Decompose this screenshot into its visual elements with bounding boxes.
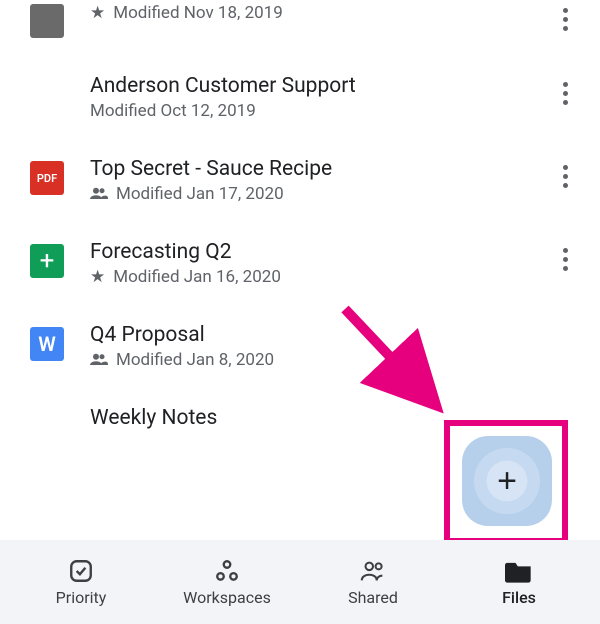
shared-nav-icon: [359, 558, 387, 584]
nav-priority[interactable]: Priority: [8, 558, 154, 607]
nav-label: Shared: [348, 588, 398, 607]
nav-label: Files: [502, 588, 536, 607]
file-row[interactable]: Weekly Notes: [0, 388, 600, 433]
sheets-icon: +: [30, 244, 64, 278]
docs-icon: [30, 4, 64, 38]
file-meta-text: Modified Jan 17, 2020: [116, 184, 284, 204]
plus-icon: +: [497, 462, 517, 501]
star-icon: ★: [90, 3, 105, 23]
file-title: Anderson Customer Support: [90, 74, 550, 98]
slides-icon: [30, 78, 64, 112]
file-title: Q4 Proposal: [90, 323, 550, 347]
file-row[interactable]: ★ Modified Nov 18, 2019: [0, 0, 600, 56]
file-meta-text: Modified Nov 18, 2019: [113, 3, 283, 23]
more-button[interactable]: [563, 248, 568, 271]
file-meta: ★ Modified Nov 18, 2019: [90, 3, 550, 23]
nav-files[interactable]: Files: [446, 558, 592, 607]
file-meta: Modified Oct 12, 2019: [90, 101, 550, 121]
folder-icon: [505, 558, 533, 584]
bottom-nav: Priority Workspaces Shared Files: [0, 540, 600, 624]
file-meta: Modified Jan 17, 2020: [90, 184, 550, 204]
file-meta-text: Modified Oct 12, 2019: [90, 101, 256, 121]
file-meta: Modified Jan 8, 2020: [90, 350, 550, 370]
nav-label: Workspaces: [183, 588, 271, 607]
file-row[interactable]: PDF Top Secret - Sauce Recipe Modified J…: [0, 139, 600, 222]
file-title: Weekly Notes: [90, 406, 580, 430]
file-list: ★ Modified Nov 18, 2019 Anderson Custome…: [0, 0, 600, 433]
nav-shared[interactable]: Shared: [300, 558, 446, 607]
file-title: Top Secret - Sauce Recipe: [90, 157, 550, 181]
file-row[interactable]: Anderson Customer Support Modified Oct 1…: [0, 56, 600, 139]
file-row[interactable]: W Q4 Proposal Modified Jan 8, 2020: [0, 305, 600, 388]
shared-icon: [90, 351, 108, 369]
shared-icon: [90, 185, 108, 203]
drive-files-screen: { "files": [ { "type":"docs", "title":""…: [0, 0, 600, 624]
file-meta-text: Modified Jan 8, 2020: [116, 350, 274, 370]
word-icon: W: [30, 327, 64, 361]
more-button[interactable]: [563, 82, 568, 105]
star-icon: ★: [90, 267, 105, 287]
file-title: Forecasting Q2: [90, 240, 550, 264]
priority-icon: [67, 558, 95, 584]
nav-workspaces[interactable]: Workspaces: [154, 558, 300, 607]
file-meta: ★ Modified Jan 16, 2020: [90, 267, 550, 287]
more-button[interactable]: [563, 8, 568, 31]
nav-label: Priority: [56, 588, 107, 607]
file-row[interactable]: + Forecasting Q2 ★ Modified Jan 16, 2020: [0, 222, 600, 305]
pdf-icon: PDF: [30, 161, 64, 195]
file-meta-text: Modified Jan 16, 2020: [113, 267, 281, 287]
create-new-fab[interactable]: +: [462, 436, 552, 526]
more-button[interactable]: [563, 165, 568, 188]
workspaces-icon: [213, 558, 241, 584]
